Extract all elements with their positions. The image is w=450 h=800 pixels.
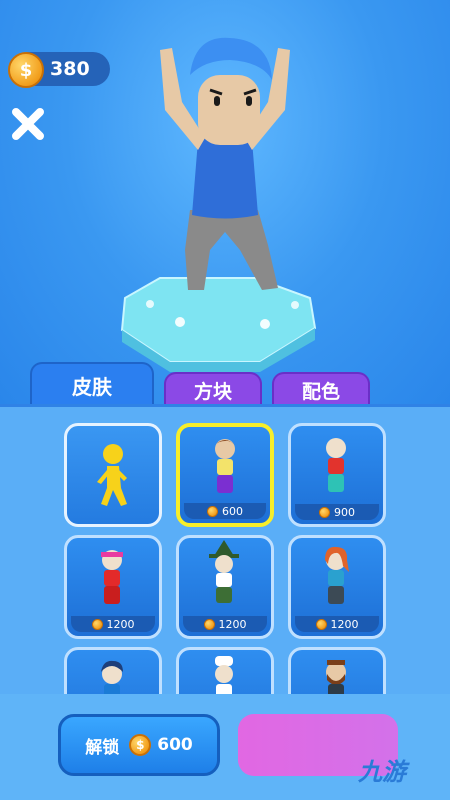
close-icon xyxy=(12,108,44,140)
coin-icon xyxy=(207,505,218,517)
platform-sparkle xyxy=(260,319,270,329)
platform-sparkle xyxy=(175,317,185,327)
watermark: 九游 xyxy=(358,758,406,786)
skin-grid: 600 900 1200 1200 1200 xyxy=(0,404,450,694)
blue-hair-runner-figure xyxy=(101,660,123,694)
character-head xyxy=(198,75,260,145)
tab-blocks[interactable]: 方块 xyxy=(164,372,262,406)
skin-item-blue-hair-runner[interactable] xyxy=(64,647,162,694)
chef-runner-figure xyxy=(215,656,233,694)
tab-skins[interactable]: 皮肤 xyxy=(30,362,154,406)
skin-item-redhead-runner[interactable]: 1200 xyxy=(288,535,386,639)
coin-count: 380 xyxy=(50,58,90,80)
price-tag: 1200 xyxy=(183,616,267,632)
coin-icon xyxy=(203,618,215,630)
price-tag: 1200 xyxy=(295,616,379,632)
character-shirt xyxy=(192,134,258,219)
skin-item-bald-red-runner[interactable]: 900 xyxy=(288,423,386,527)
close-button[interactable] xyxy=(8,104,48,144)
skin-item-headband-runner[interactable]: 1200 xyxy=(64,535,162,639)
coin-icon: $ xyxy=(8,52,44,88)
unlock-label: 解锁 xyxy=(85,737,120,758)
category-tabs: 皮肤 方块 配色 xyxy=(0,362,450,406)
skin-item-bearded-runner[interactable] xyxy=(288,647,386,694)
redhead-runner-figure xyxy=(325,546,349,604)
platform-sparkle xyxy=(146,300,154,308)
coin-icon xyxy=(319,506,330,518)
skin-item-witch-runner[interactable]: 1200 xyxy=(176,535,274,639)
bearded-runner-figure xyxy=(326,660,346,694)
coin-icon: $ xyxy=(129,734,152,756)
skin-item-brown-hair-runner[interactable]: 600 xyxy=(176,423,274,527)
coin-icon xyxy=(315,618,327,630)
skin-item-chef-runner[interactable] xyxy=(176,647,274,694)
price-tag: 600 xyxy=(184,503,266,519)
price-tag: 1200 xyxy=(71,616,155,632)
brown-hair-runner-figure xyxy=(215,439,235,493)
unlock-price: 600 xyxy=(157,735,193,755)
skin-item-yellow-runner[interactable] xyxy=(64,423,162,527)
unlock-button[interactable]: 解锁 $ 600 xyxy=(58,714,220,776)
character-eye xyxy=(214,96,220,106)
character-eye xyxy=(246,96,252,106)
coin-icon xyxy=(91,618,103,630)
character-hair xyxy=(190,37,272,80)
headband-runner-figure xyxy=(101,550,123,604)
platform-sparkle xyxy=(291,301,299,309)
yellow-runner-figure xyxy=(97,444,127,506)
witch-runner-figure xyxy=(209,540,239,603)
tab-colors[interactable]: 配色 xyxy=(272,372,370,406)
price-tag: 900 xyxy=(295,504,379,520)
bald-red-runner-figure xyxy=(326,438,346,492)
